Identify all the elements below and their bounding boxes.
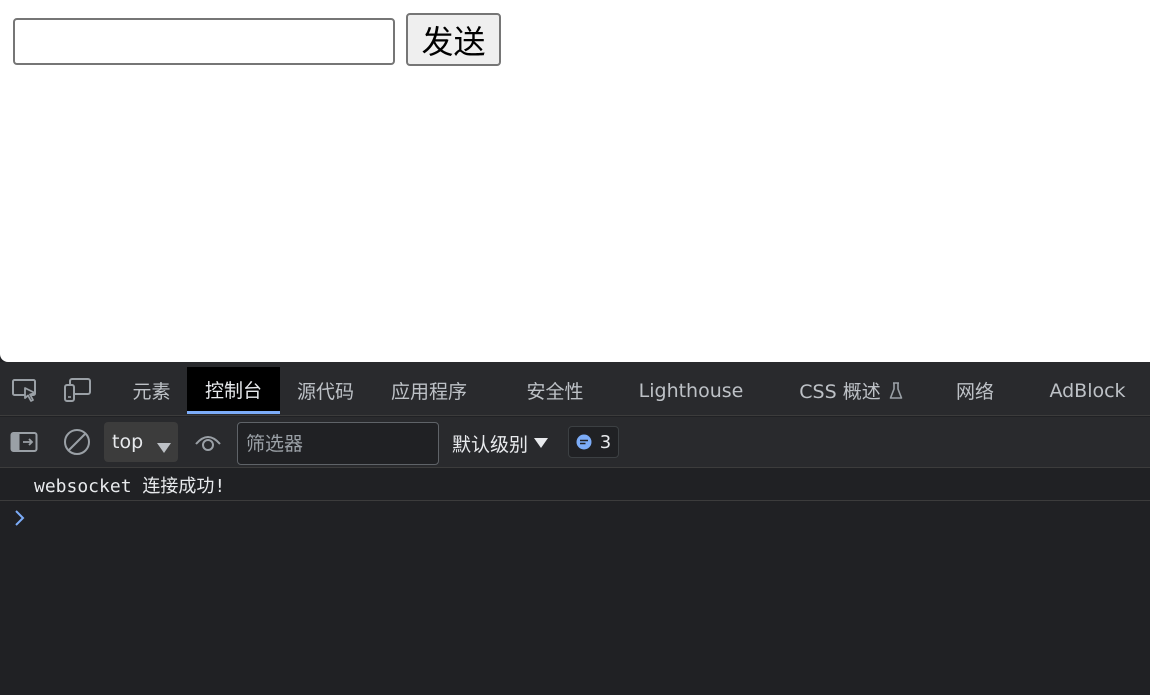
caret-down-icon [534, 438, 549, 448]
tab-label: AdBlock [1049, 379, 1126, 402]
tab-network[interactable]: 网络 [943, 367, 1007, 414]
context-select-value: top [112, 431, 144, 453]
filter-input[interactable] [237, 422, 439, 465]
console-message: websocket 连接成功! [0, 469, 1150, 501]
tab-adblock[interactable]: AdBlock [1040, 367, 1135, 414]
console-prompt[interactable] [0, 502, 1150, 534]
tab-label: 元素 [132, 381, 171, 403]
page-viewport: 发送 [0, 0, 1150, 362]
sidebar-toggle-icon[interactable] [10, 428, 38, 456]
tab-lighthouse[interactable]: Lighthouse [630, 367, 752, 414]
log-level-select[interactable]: 默认级别 [452, 427, 549, 459]
console-output: websocket 连接成功! [0, 469, 1150, 695]
tab-label: Lighthouse [638, 379, 744, 402]
issues-badge[interactable]: 3 [568, 426, 619, 458]
tab-console[interactable]: 控制台 [187, 367, 280, 414]
console-message-text: websocket 连接成功! [34, 475, 226, 497]
message-bubble-icon [576, 434, 592, 450]
console-toolbar: top 默认级别 3 [0, 417, 1150, 468]
tab-application[interactable]: 应用程序 [378, 367, 480, 414]
tab-label: CSS 概述 [799, 381, 881, 403]
message-input[interactable] [13, 18, 395, 65]
tab-label: 网络 [955, 381, 994, 403]
clear-console-icon[interactable] [63, 428, 91, 456]
tab-elements[interactable]: 元素 [120, 367, 183, 414]
context-select[interactable]: top [104, 422, 178, 462]
tab-security[interactable]: 安全性 [510, 367, 600, 414]
inspect-element-icon[interactable] [11, 376, 39, 404]
tab-css-overview[interactable]: CSS 概述 [786, 367, 916, 414]
tab-label: 控制台 [204, 379, 262, 402]
tab-sources[interactable]: 源代码 [284, 367, 367, 414]
issues-count: 3 [599, 431, 612, 453]
tab-label: 应用程序 [390, 381, 467, 403]
tab-label: 源代码 [296, 381, 354, 403]
chevron-right-icon [14, 509, 26, 527]
devtools-panel: 元素 控制台 源代码 应用程序 安全性 Lighthouse CSS 概述 网络… [0, 362, 1150, 695]
tab-label: 安全性 [526, 381, 584, 403]
live-expression-eye-icon[interactable] [194, 428, 222, 456]
send-button[interactable]: 发送 [406, 13, 501, 66]
log-level-value: 默认级别 [452, 433, 529, 456]
flask-icon [889, 381, 903, 400]
caret-down-icon [157, 436, 171, 458]
device-toolbar-icon[interactable] [63, 376, 91, 404]
devtools-tabbar: 元素 控制台 源代码 应用程序 安全性 Lighthouse CSS 概述 网络… [0, 362, 1150, 416]
